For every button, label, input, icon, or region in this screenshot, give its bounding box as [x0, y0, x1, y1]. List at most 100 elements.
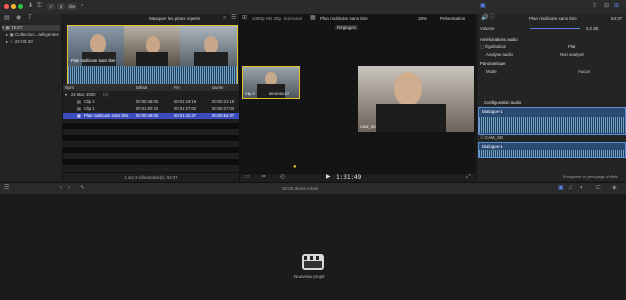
empty-row	[63, 147, 239, 153]
index-icon[interactable]: ☰	[4, 185, 9, 192]
library-item-smart-collections[interactable]: ▸ ▣ Collection...telligentes	[6, 32, 59, 38]
table-row[interactable]: ▤ Clip 2 00:00:48:00 00:01:19:19 00:00:3…	[63, 99, 239, 105]
play-icon[interactable]: ▶	[326, 174, 331, 181]
empty-row	[63, 135, 239, 141]
photos-icon[interactable]: ◉	[16, 15, 21, 22]
row-end: 00:01:42:37	[174, 113, 197, 118]
title-bar: ⬇ ⚿ ✓ ⚷ On ◔ ▣ ⇪ ⊟ ⊞	[0, 0, 626, 15]
analysis-value[interactable]: Non analysé	[560, 51, 584, 58]
background-tasks-icon[interactable]: ◔	[80, 3, 84, 10]
key-icon[interactable]: ⚿	[37, 3, 42, 10]
search-icon[interactable]: ⌕	[223, 15, 226, 22]
mode-dropdown[interactable]: Aucun	[578, 68, 590, 75]
angle-label: CAM_SD	[360, 125, 376, 129]
settings-dropdown[interactable]: Réglages	[335, 25, 359, 30]
volume-row: Volume	[480, 25, 494, 32]
equalization-dropdown[interactable]: Plat	[568, 43, 575, 50]
effects-icon[interactable]: ◈	[612, 185, 617, 192]
save-preset-button[interactable]: Enregistrer le préréglage d'effets	[563, 174, 618, 181]
clip-frame-2	[124, 26, 180, 66]
row-start: 00:00:48:00	[136, 113, 159, 118]
group-count: (3)	[103, 92, 109, 97]
clip-filmstrip[interactable]: Plan multicam sans titre	[67, 25, 238, 90]
column-header-name[interactable]: Nom	[65, 84, 74, 91]
viewer-title: Plan multicam sans titre	[320, 16, 368, 21]
audio-lane-label: Dialogue-1	[482, 144, 503, 149]
speed-icon[interactable]: ◴	[280, 174, 285, 181]
viewer: ⊞ 1080p HD 30p, Surround ▦ Plan multicam…	[240, 14, 475, 182]
inspector-toggle-icon[interactable]: ⊞	[614, 3, 619, 10]
row-name: Clip 1	[84, 106, 95, 111]
equalization-label: Égalisation	[485, 44, 507, 49]
angle-clip-2[interactable]: Clip 2 00:00:54:37	[242, 66, 300, 99]
volume-slider[interactable]	[530, 28, 580, 29]
volume-label: Volume	[480, 26, 495, 31]
row-duration: 00:00:27:03	[212, 106, 235, 111]
select-tool-icon[interactable]: ↖	[80, 185, 85, 192]
library-item-test[interactable]: ▾ ▣ TEST	[2, 25, 60, 31]
grid-icon[interactable]: ⊞	[242, 15, 247, 22]
skimming-icon[interactable]: ▣	[558, 185, 564, 192]
timeline: Nouveau projet	[0, 194, 626, 300]
library-item-label: 22-03-20	[14, 39, 33, 44]
angle-cam-sd[interactable]: CAM_SD	[358, 66, 474, 132]
sidebar-toggle-icon[interactable]: ⊟	[604, 3, 609, 10]
solo-icon[interactable]: ◐	[580, 185, 584, 192]
library-item-event[interactable]: ▸ ☆ 22-03-20	[6, 39, 33, 45]
timecode-display[interactable]: 1:31:49	[336, 174, 361, 182]
audio-waveform	[479, 117, 625, 133]
audio-lane-label: Dialogue-1	[482, 109, 503, 114]
clip-caption: Plan multicam sans titre	[71, 58, 116, 63]
zoom-dropdown[interactable]: 18%	[418, 16, 427, 21]
titles-icon[interactable]: T	[28, 15, 32, 22]
inspector-title: Plan multicam sans titre	[529, 16, 577, 21]
transform-icon[interactable]: ⌗	[262, 174, 265, 181]
key-button[interactable]: ⚷	[57, 3, 65, 10]
audio-skim-icon[interactable]: ♫	[568, 185, 573, 192]
check-button[interactable]: ✓	[47, 3, 55, 10]
table-row[interactable]: ▦ Plan multicam sans titre 00:00:48:00 0…	[63, 113, 239, 119]
mode-label: Mode	[486, 69, 497, 74]
row-end: 00:01:27:02	[174, 106, 197, 111]
analysis-label: Analyse audio	[486, 52, 513, 57]
column-header-end[interactable]: Fin	[174, 84, 180, 91]
cam-row: ☑ CAM_SD	[480, 135, 503, 140]
list-group-row[interactable]: ▾ 22 Mar. 2020 (3)	[63, 92, 239, 98]
clip-frame-3	[180, 26, 237, 66]
library-sidebar: ▾ ▣ TEST ▸ ▣ Collection...telligentes ▸ …	[0, 23, 63, 181]
fullscreen-icon[interactable]: ⤢	[466, 174, 471, 181]
audio-lane-2[interactable]: Dialogue-1	[478, 142, 626, 158]
audio-waveform	[479, 150, 625, 157]
row-name: Plan multicam sans titre	[84, 113, 129, 118]
config-header: Configuration audio	[484, 100, 522, 105]
group-label: 22 Mar. 2020	[71, 92, 96, 97]
volume-value[interactable]: 0,0 dB	[586, 25, 598, 32]
audio-lane-1[interactable]: Dialogue-1	[478, 107, 626, 135]
info-icon[interactable]: ⓘ	[489, 15, 495, 22]
column-header-duration[interactable]: Durée	[212, 84, 223, 91]
angle-label: Clip 2	[245, 92, 255, 96]
pan-header: Panoramique	[480, 61, 506, 66]
share-icon[interactable]: ⇪	[592, 3, 597, 10]
background-tasks-button[interactable]: On	[67, 3, 77, 10]
close-window-button[interactable]	[4, 4, 9, 9]
back-icon[interactable]: ‹	[60, 185, 62, 192]
import-icon[interactable]: ⬇	[28, 3, 33, 10]
snapping-icon[interactable]: ⊏	[596, 185, 601, 192]
empty-row	[63, 123, 239, 129]
filter-dropdown[interactable]: Masquer les plans rejetés	[149, 16, 200, 21]
new-project-label[interactable]: Nouveau projet	[294, 274, 325, 279]
table-row[interactable]: ▤ Clip 1 00:01:00:34 00:01:27:02 00:00:2…	[63, 106, 239, 112]
view-options-icon[interactable]: ▭	[244, 174, 250, 181]
library-toggle-icon[interactable]: ▣	[480, 3, 486, 10]
minimize-window-button[interactable]	[11, 4, 16, 9]
enhance-header: Améliorations audio	[480, 37, 518, 42]
zoom-window-button[interactable]	[18, 4, 23, 9]
libraries-icon[interactable]: ▤	[4, 15, 10, 22]
forward-icon[interactable]: ›	[68, 185, 70, 192]
presentation-dropdown[interactable]: Présentation	[440, 16, 465, 21]
audio-inspector-icon[interactable]: 🔊	[481, 15, 488, 22]
row-duration: 00:00:54:37	[212, 113, 235, 118]
settings-icon[interactable]: ☰	[231, 15, 236, 22]
column-header-start[interactable]: Début	[136, 84, 147, 91]
